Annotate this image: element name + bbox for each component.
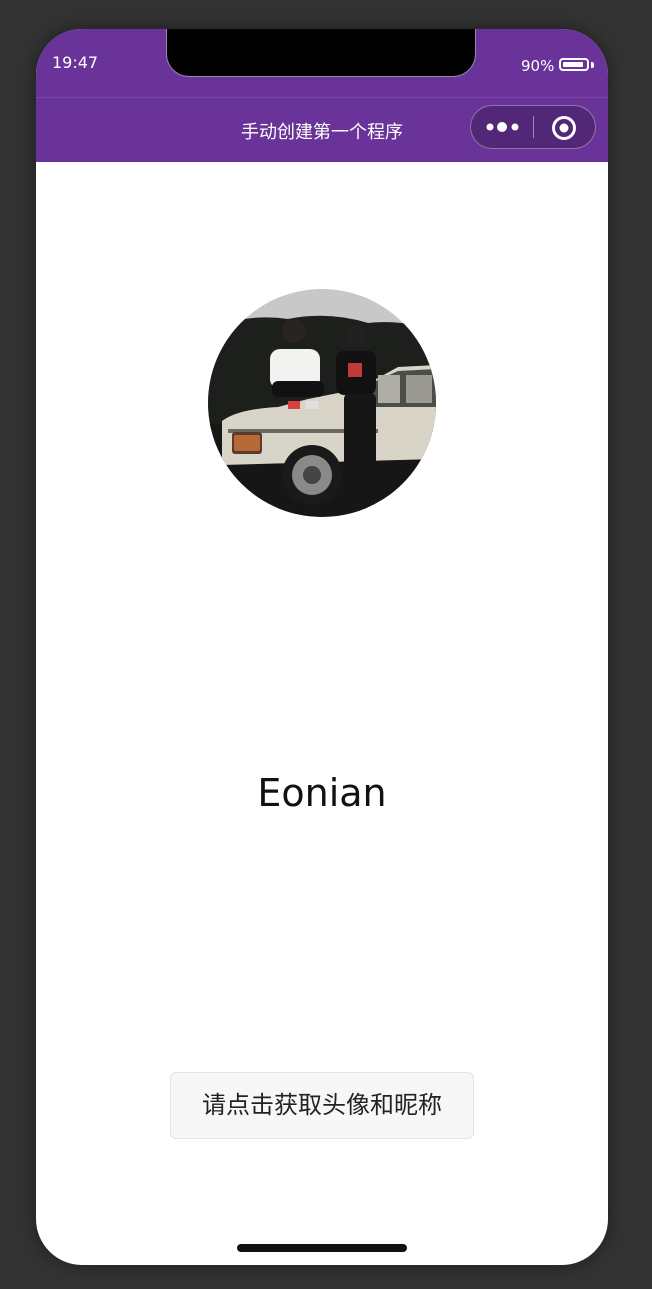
nickname: Eonian <box>257 771 387 815</box>
status-bar: 19:47 90% <box>36 29 608 97</box>
battery-fill <box>563 62 583 67</box>
avatar[interactable] <box>208 289 436 517</box>
battery-percent: 90% <box>521 57 555 75</box>
status-time: 19:47 <box>52 53 99 72</box>
phone-screen: 19:47 90% 手动创建第一个程序 Eonian 请点击获取头像和昵称 <box>36 29 608 1265</box>
get-avatar-nickname-button[interactable]: 请点击获取头像和昵称 <box>170 1072 474 1139</box>
battery-tip <box>591 62 594 68</box>
navigation-bar: 手动创建第一个程序 <box>36 97 608 162</box>
capsule-divider <box>533 116 534 138</box>
target-circle-icon[interactable] <box>551 115 577 141</box>
more-dots-icon[interactable] <box>485 119 521 135</box>
battery-icon <box>559 58 589 71</box>
device-notch <box>167 29 475 76</box>
home-indicator[interactable] <box>237 1244 407 1252</box>
mini-program-capsule <box>470 105 596 149</box>
